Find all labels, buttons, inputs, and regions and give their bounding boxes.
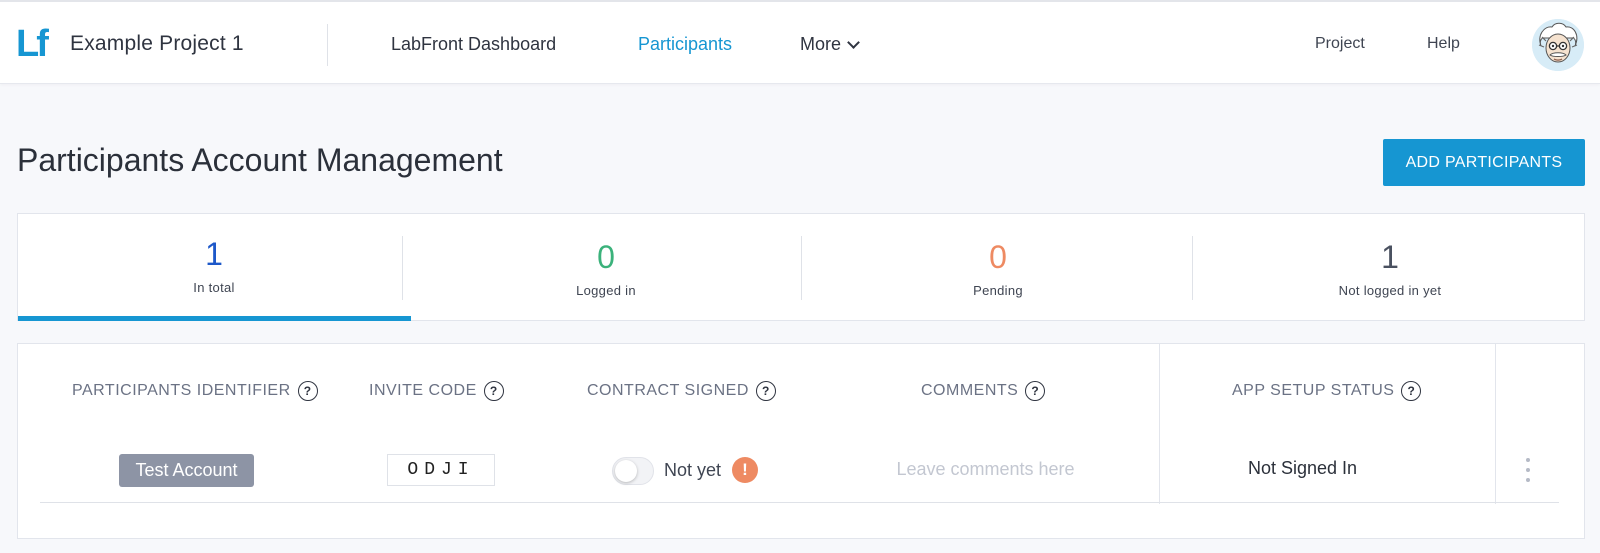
invite-code-value: ODJI xyxy=(387,454,495,486)
chevron-down-icon xyxy=(847,35,860,49)
stat-divider xyxy=(1192,236,1193,300)
stat-value: 0 xyxy=(989,239,1007,275)
active-tab-indicator xyxy=(18,316,411,321)
help-icon[interactable]: ? xyxy=(483,381,504,401)
header-label: PARTICIPANTS IDENTIFIER xyxy=(72,382,291,399)
header-label: COMMENTS xyxy=(921,382,1019,399)
app-setup-status-value: Not Signed In xyxy=(1247,458,1358,478)
stat-value: 1 xyxy=(1381,239,1399,275)
labfront-logo[interactable]: Lf xyxy=(16,24,49,64)
header-label: APP SETUP STATUS xyxy=(1232,382,1395,399)
column-divider xyxy=(1495,344,1496,504)
stat-label: Pending xyxy=(973,283,1023,298)
stat-tab-in-total[interactable]: 1 In total xyxy=(18,214,410,320)
column-divider xyxy=(1159,344,1160,504)
stat-value: 0 xyxy=(597,239,615,275)
header-label: CONTRACT SIGNED xyxy=(587,382,749,399)
help-icon[interactable]: ? xyxy=(297,381,318,401)
participants-table: PARTICIPANTS IDENTIFIER ? INVITE CODE ? … xyxy=(17,343,1585,539)
stat-label: Not logged in yet xyxy=(1338,283,1442,298)
einstein-avatar-icon xyxy=(1532,19,1584,71)
stat-value: 1 xyxy=(205,236,223,272)
header-contract-signed: CONTRACT SIGNED ? xyxy=(587,381,776,401)
contract-signed-toggle[interactable] xyxy=(612,457,654,485)
nav-more-dropdown[interactable]: More xyxy=(800,34,860,55)
help-icon[interactable]: ? xyxy=(1401,381,1422,401)
stat-label: In total xyxy=(193,280,235,295)
contract-status-text: Not yet xyxy=(664,460,722,480)
add-participants-button[interactable]: ADD PARTICIPANTS xyxy=(1383,139,1585,186)
participant-stats-panel: 1 In total 0 Logged in 0 Pending 1 Not l… xyxy=(17,213,1585,321)
stat-label: Logged in xyxy=(576,283,636,298)
comment-input[interactable] xyxy=(878,452,1093,486)
nav-divider xyxy=(327,24,328,66)
top-navigation-bar: Lf Example Project 1 LabFront Dashboard … xyxy=(0,0,1600,84)
page-title: Participants Account Management xyxy=(17,142,503,178)
header-invite-code: INVITE CODE ? xyxy=(369,381,504,401)
stat-divider xyxy=(402,236,403,300)
header-label: INVITE CODE xyxy=(369,382,477,399)
user-avatar[interactable] xyxy=(1532,19,1584,71)
row-divider xyxy=(40,502,1559,503)
nav-more-label: More xyxy=(800,34,842,54)
project-name[interactable]: Example Project 1 xyxy=(70,32,244,56)
toggle-knob xyxy=(615,460,637,482)
participant-identifier-badge[interactable]: Test Account xyxy=(119,454,254,487)
header-participants-identifier: PARTICIPANTS IDENTIFIER ? xyxy=(72,381,318,401)
help-icon[interactable]: ? xyxy=(1025,381,1046,401)
nav-participants[interactable]: Participants xyxy=(638,34,732,55)
alert-icon: ! xyxy=(732,457,758,483)
row-menu-kebab-icon[interactable] xyxy=(1518,455,1538,485)
nav-help[interactable]: Help xyxy=(1427,35,1460,53)
nav-project[interactable]: Project xyxy=(1315,35,1365,53)
header-comments: COMMENTS ? xyxy=(921,381,1046,401)
help-icon[interactable]: ? xyxy=(755,381,776,401)
stat-tab-logged-in[interactable]: 0 Logged in xyxy=(410,214,802,320)
nav-labfront-dashboard[interactable]: LabFront Dashboard xyxy=(391,34,556,55)
stat-tab-not-logged-in-yet[interactable]: 1 Not logged in yet xyxy=(1194,214,1586,320)
stat-tab-pending[interactable]: 0 Pending xyxy=(802,214,1194,320)
header-app-setup-status: APP SETUP STATUS ? xyxy=(1232,381,1422,401)
